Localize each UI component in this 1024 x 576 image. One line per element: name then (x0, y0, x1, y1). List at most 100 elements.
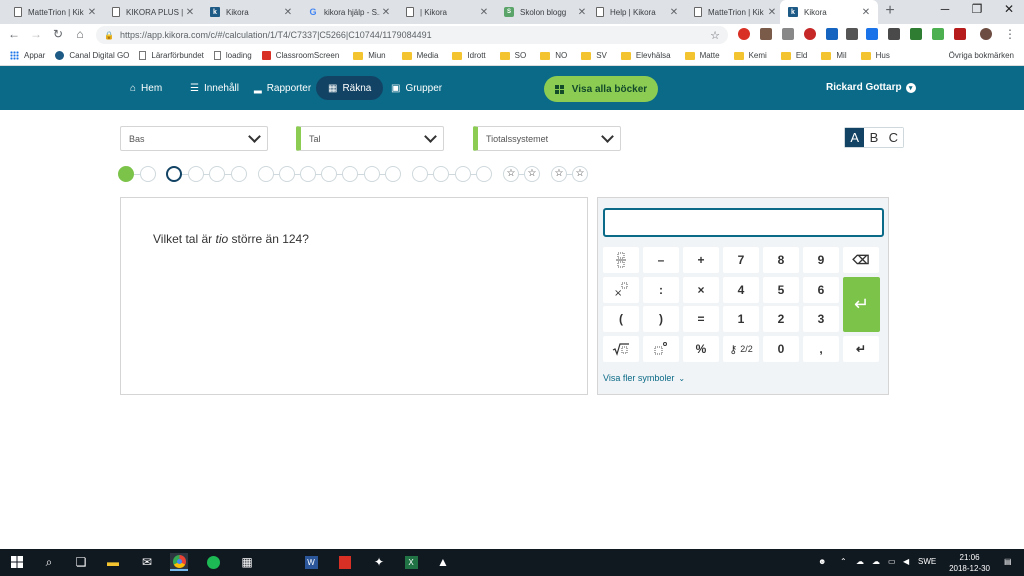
backspace-key[interactable]: ⌫ (843, 247, 879, 273)
three-key[interactable]: 3 (803, 306, 839, 332)
maximize-window-button[interactable]: ❐ (962, 2, 992, 16)
user-menu[interactable]: Rickard Gottarp ▾ (826, 82, 916, 93)
chrome-icon[interactable] (170, 553, 188, 571)
bookmark-folder[interactable]: Idrott (452, 51, 486, 60)
left-paren-key[interactable]: ( (603, 306, 639, 332)
bookmark-folder[interactable]: Elevhälsa (620, 51, 671, 60)
people-icon[interactable]: ☻ (818, 557, 826, 566)
spotify-icon[interactable] (204, 553, 222, 571)
bookmark-item[interactable]: Canal Digital GO (55, 51, 129, 60)
browser-tab-active[interactable]: k Kikora ✕ (780, 0, 878, 24)
nav-home[interactable]: ⌂ Hem (130, 79, 162, 97)
topic-select[interactable]: Tal (296, 126, 444, 151)
windows-start-icon[interactable] (8, 553, 26, 571)
plus-key[interactable]: + (683, 247, 719, 273)
fraction-key[interactable] (603, 247, 639, 273)
reload-icon[interactable]: ↻ (50, 27, 66, 41)
browser-tab[interactable]: | Kikora ✕ (398, 0, 496, 24)
star-icon[interactable]: ☆ (503, 166, 519, 182)
mail-icon[interactable]: ✉ (138, 553, 156, 571)
nav-content[interactable]: ☰ Innehåll (190, 79, 239, 97)
seven-key[interactable]: 7 (723, 247, 759, 273)
six-key[interactable]: 6 (803, 277, 839, 303)
bookmark-folder[interactable]: Matte (684, 51, 720, 60)
progress-dot[interactable] (476, 166, 492, 182)
progress-dot[interactable] (140, 166, 156, 182)
bookmark-folder[interactable]: Mil (821, 51, 847, 60)
browser-tab[interactable]: Gkikora hjälp - S... ✕ (300, 0, 398, 24)
home-icon[interactable]: ⌂ (72, 27, 88, 41)
four-key[interactable]: 4 (723, 277, 759, 303)
bookmark-folder[interactable]: Miun (353, 51, 386, 60)
difficulty-c[interactable]: C (883, 128, 903, 147)
extension-icon[interactable] (760, 28, 772, 40)
difficulty-b[interactable]: B (864, 128, 884, 147)
bookmark-folder[interactable]: Kemi (733, 51, 767, 60)
five-key[interactable]: 5 (763, 277, 799, 303)
equals-key[interactable]: = (683, 306, 719, 332)
progress-dot[interactable] (433, 166, 449, 182)
close-tab-icon[interactable]: ✕ (478, 7, 490, 18)
onedrive-icon[interactable]: ☁ (856, 557, 864, 566)
close-tab-icon[interactable]: ✕ (184, 7, 196, 18)
extension-icon[interactable] (932, 28, 944, 40)
bookmark-folder[interactable]: SV (581, 51, 607, 60)
system-clock[interactable]: 21:06 2018-12-30 (949, 552, 990, 574)
extension-icon[interactable] (804, 28, 816, 40)
answer-input[interactable] (603, 208, 884, 237)
bookmark-folder[interactable]: SO (499, 51, 526, 60)
word-icon[interactable]: W (302, 553, 320, 571)
extension-icon[interactable] (782, 28, 794, 40)
progress-dot-current[interactable] (166, 166, 182, 182)
minimize-window-button[interactable]: ─ (930, 2, 960, 16)
comma-key[interactable]: , (803, 336, 839, 362)
bookmark-folder[interactable]: NO (540, 51, 567, 60)
menu-dots-icon[interactable]: ⋮ (1002, 27, 1018, 41)
progress-dot-completed[interactable] (118, 166, 134, 182)
network-icon[interactable]: ▭ (888, 557, 896, 566)
bookmark-item[interactable]: loading (213, 51, 252, 60)
forward-arrow-icon[interactable]: → (28, 27, 44, 41)
star-icon[interactable]: ☆ (551, 166, 567, 182)
subtopic-select[interactable]: Tiotalssystemet (473, 126, 621, 151)
two-key[interactable]: 2 (763, 306, 799, 332)
progress-dot[interactable] (300, 166, 316, 182)
progress-dot[interactable] (455, 166, 471, 182)
language-indicator[interactable]: SWE (918, 557, 936, 566)
new-tab-button[interactable]: + (880, 2, 900, 20)
percent-key[interactable]: % (683, 336, 719, 362)
minus-key[interactable]: – (643, 247, 679, 273)
back-arrow-icon[interactable]: ← (6, 27, 22, 41)
close-tab-icon[interactable]: ✕ (766, 7, 778, 18)
browser-tab[interactable]: k Kikora ✕ (202, 0, 300, 24)
more-symbols-link[interactable]: Visa fler symboler ⌄ (603, 373, 685, 383)
newline-key[interactable]: ↵ (843, 336, 879, 362)
progress-dot[interactable] (231, 166, 247, 182)
volume-icon[interactable]: ◀ (903, 557, 909, 566)
profile-avatar[interactable] (980, 28, 992, 40)
browser-tab[interactable]: Help | Kikora ✕ (588, 0, 686, 24)
star-icon[interactable]: ☆ (524, 166, 540, 182)
nine-key[interactable]: 9 (803, 247, 839, 273)
star-icon[interactable]: ☆ (572, 166, 588, 182)
progress-dot[interactable] (209, 166, 225, 182)
notifications-icon[interactable]: ▤ (1004, 557, 1012, 566)
zero-key[interactable]: 0 (763, 336, 799, 362)
progress-dot[interactable] (342, 166, 358, 182)
close-window-button[interactable]: ✕ (994, 2, 1024, 16)
extension-icon[interactable] (910, 28, 922, 40)
right-paren-key[interactable]: ) (643, 306, 679, 332)
bookmark-item[interactable]: Lärarförbundet (139, 51, 204, 60)
times-key[interactable]: × (683, 277, 719, 303)
progress-dot[interactable] (385, 166, 401, 182)
excel-icon[interactable]: X (402, 553, 420, 571)
close-tab-icon[interactable]: ✕ (282, 7, 294, 18)
extension-icon[interactable] (954, 28, 966, 40)
extension-icon[interactable] (738, 28, 750, 40)
progress-dot[interactable] (412, 166, 428, 182)
bookmark-folder[interactable]: Hus (860, 51, 890, 60)
app-icon[interactable]: ✦ (370, 553, 388, 571)
one-key[interactable]: 1 (723, 306, 759, 332)
file-explorer-icon[interactable]: ▬ (104, 553, 122, 571)
bookmark-item[interactable]: ClassroomScreen (261, 51, 339, 60)
